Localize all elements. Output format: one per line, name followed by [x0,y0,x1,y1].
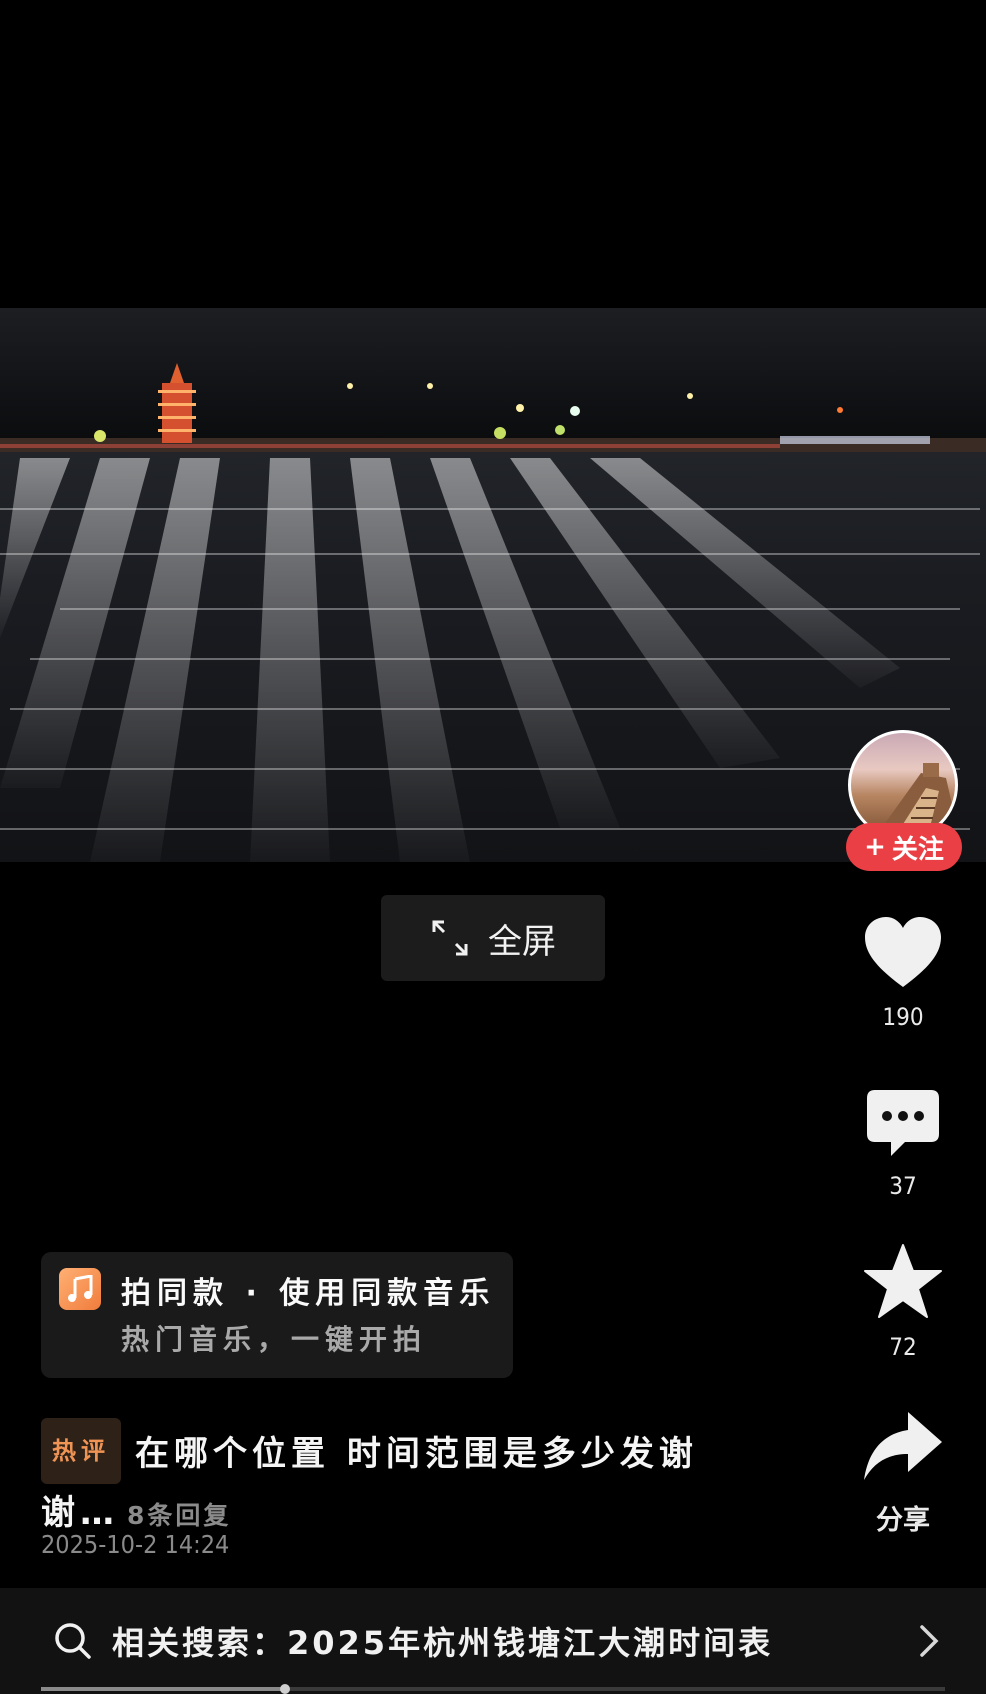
plus-icon: + [864,832,886,862]
like-button[interactable]: 190 [848,915,958,1031]
follow-button[interactable]: + 关注 [846,823,962,871]
chevron-right-icon [920,1625,939,1657]
expand-icon [432,920,468,956]
video-player[interactable] [0,308,986,862]
fullscreen-button[interactable]: 全屏 [381,895,605,981]
follow-label: 关注 [891,834,944,865]
favorite-button[interactable]: 72 [848,1243,958,1361]
share-label: 分享 [876,1505,930,1536]
music-note-icon [59,1268,101,1310]
like-count: 190 [882,1003,924,1031]
comment-count: 37 [889,1172,917,1200]
hot-comment-tag: 热评 [41,1418,121,1484]
comment-timestamp: 2025-10-2 14:24 [41,1530,230,1559]
search-icon [55,1623,91,1659]
playback-progress[interactable] [41,1684,945,1694]
favorite-count: 72 [889,1333,917,1361]
comment-icon [867,1090,939,1156]
music-title: 拍同款 · 使用同款音乐 [121,1276,496,1311]
comment-button[interactable]: 37 [848,1088,958,1200]
fullscreen-label: 全屏 [488,921,556,962]
heart-icon [865,917,941,987]
related-search-text: 相关搜索：2025年杭州钱塘江大潮时间表 [112,1624,774,1662]
progress-fill [41,1687,286,1691]
star-icon [864,1244,942,1318]
hot-comment[interactable]: 热评 在哪个位置 时间范围是多少发谢谢… 8条回复 [41,1418,741,1545]
share-arrow-icon [864,1412,942,1480]
share-button[interactable]: 分享 [848,1410,958,1537]
related-search-bar[interactable]: 相关搜索：2025年杭州钱塘江大潮时间表 [0,1588,986,1694]
music-card[interactable]: 拍同款 · 使用同款音乐 热门音乐，一键开拍 [41,1252,513,1378]
music-subtitle: 热门音乐，一键开拍 [121,1323,428,1356]
reply-count[interactable]: 8条回复 [127,1501,231,1530]
video-frame [0,308,986,862]
